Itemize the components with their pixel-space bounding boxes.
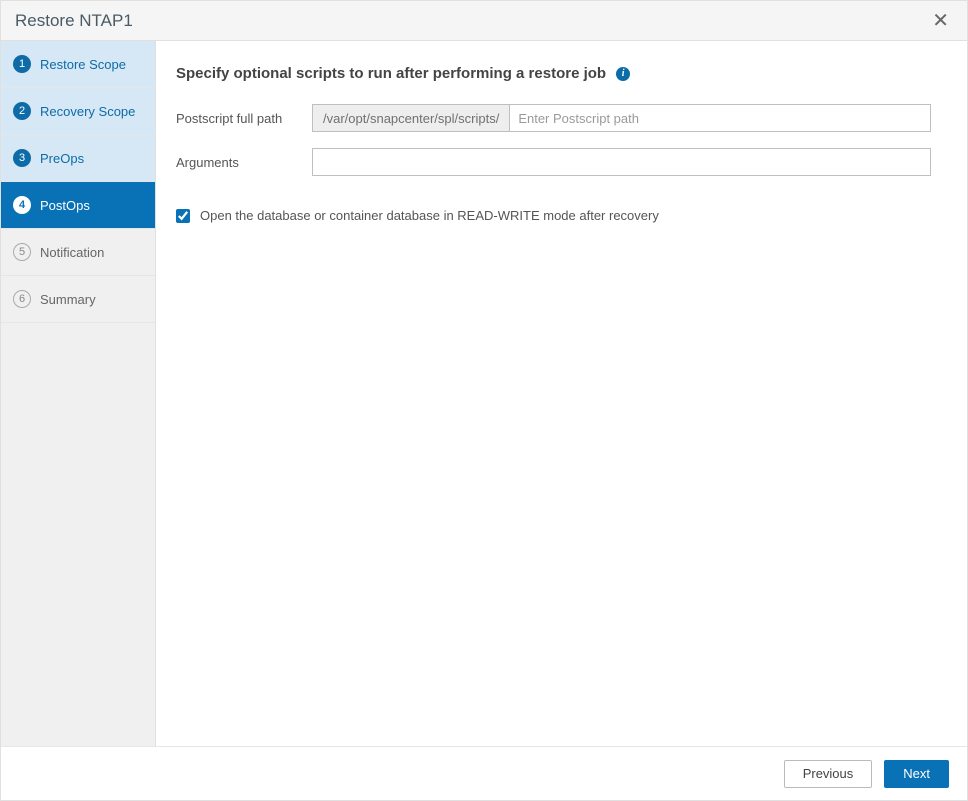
arguments-input[interactable]	[312, 148, 931, 176]
postscript-input[interactable]	[510, 105, 930, 131]
step-number: 5	[13, 243, 31, 261]
postscript-row: Postscript full path /var/opt/snapcenter…	[176, 104, 931, 132]
step-number: 6	[13, 290, 31, 308]
step-number: 3	[13, 149, 31, 167]
step-label: Notification	[40, 245, 104, 260]
step-preops[interactable]: 3 PreOps	[1, 135, 155, 182]
wizard-content: Specify optional scripts to run after pe…	[156, 41, 967, 746]
step-recovery-scope[interactable]: 2 Recovery Scope	[1, 88, 155, 135]
postscript-prefix: /var/opt/snapcenter/spl/scripts/	[313, 105, 510, 131]
step-label: PostOps	[40, 198, 90, 213]
step-notification[interactable]: 5 Notification	[1, 229, 155, 276]
wizard-sidebar: 1 Restore Scope 2 Recovery Scope 3 PreOp…	[1, 41, 156, 746]
step-summary[interactable]: 6 Summary	[1, 276, 155, 323]
arguments-label: Arguments	[176, 155, 312, 170]
next-button[interactable]: Next	[884, 760, 949, 788]
restore-dialog: Restore NTAP1 ✕ 1 Restore Scope 2 Recove…	[0, 0, 968, 801]
dialog-footer: Previous Next	[1, 746, 967, 800]
previous-button[interactable]: Previous	[784, 760, 873, 788]
step-label: Recovery Scope	[40, 104, 135, 119]
step-restore-scope[interactable]: 1 Restore Scope	[1, 41, 155, 88]
dialog-body: 1 Restore Scope 2 Recovery Scope 3 PreOp…	[1, 41, 967, 746]
step-label: Summary	[40, 292, 96, 307]
readwrite-checkbox[interactable]	[176, 209, 190, 223]
content-title: Specify optional scripts to run after pe…	[176, 65, 606, 82]
content-title-row: Specify optional scripts to run after pe…	[176, 65, 931, 82]
arguments-row: Arguments	[176, 148, 931, 176]
step-number: 2	[13, 102, 31, 120]
step-postops[interactable]: 4 PostOps	[1, 182, 155, 229]
readwrite-row: Open the database or container database …	[176, 208, 931, 223]
step-label: PreOps	[40, 151, 84, 166]
step-number: 4	[13, 196, 31, 214]
close-icon[interactable]: ✕	[928, 9, 953, 33]
dialog-header: Restore NTAP1 ✕	[1, 1, 967, 41]
postscript-label: Postscript full path	[176, 111, 312, 126]
step-number: 1	[13, 55, 31, 73]
postscript-path-group: /var/opt/snapcenter/spl/scripts/	[312, 104, 931, 132]
readwrite-label: Open the database or container database …	[200, 208, 659, 223]
step-label: Restore Scope	[40, 57, 126, 72]
dialog-title: Restore NTAP1	[15, 11, 133, 31]
info-icon[interactable]: i	[616, 67, 630, 81]
